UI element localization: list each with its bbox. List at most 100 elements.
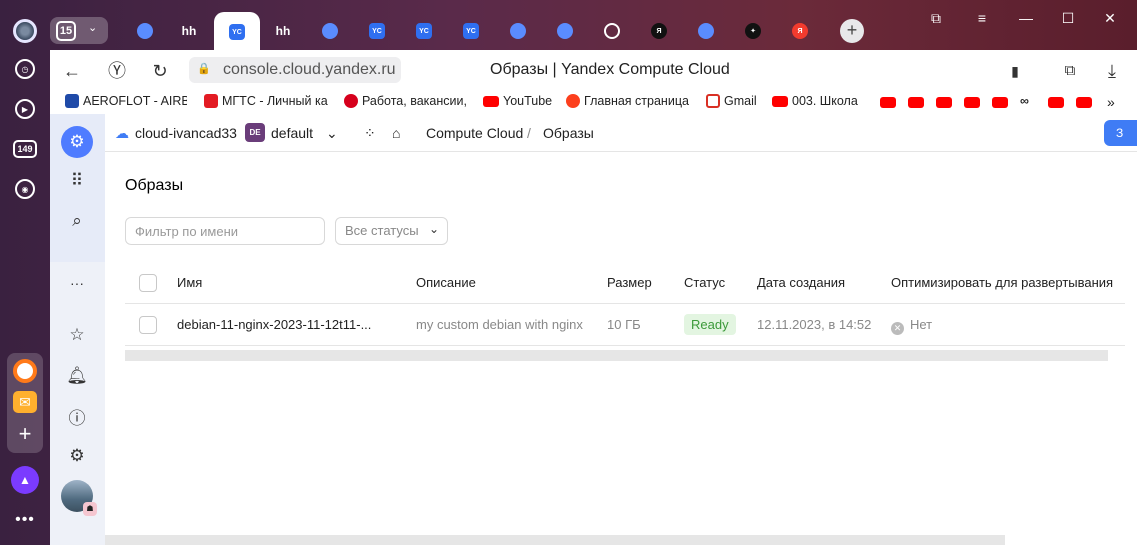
image-name[interactable]: debian-11-nginx-2023-11-12t11-... — [177, 317, 371, 332]
services-grid-icon[interactable]: ⠿ — [62, 166, 92, 196]
column-header-size[interactable]: Размер — [607, 275, 652, 290]
address-bar[interactable]: 🔒 console.cloud.yandex.ru — [189, 57, 401, 83]
blue-compass-icon — [698, 23, 714, 39]
bookmark-icon[interactable]: ▮ — [1003, 59, 1027, 83]
column-header-optimize[interactable]: Оптимизировать для развертывания — [891, 275, 1113, 290]
settings-gear-icon[interactable]: ⚙ — [62, 441, 92, 471]
tab-7[interactable]: YC — [401, 12, 447, 50]
channel-149-icon[interactable]: 149 — [10, 134, 40, 164]
column-header-name[interactable]: Имя — [177, 275, 202, 290]
youtube-icon[interactable] — [1048, 97, 1064, 108]
history-icon[interactable]: ◷ — [10, 54, 40, 84]
tab-15[interactable]: Я — [777, 12, 823, 50]
bookmark-yandex[interactable]: Главная страница — [566, 94, 689, 108]
mail-app-icon[interactable]: ✉ — [13, 391, 37, 413]
bookmarks-panel-icon[interactable]: ⧉ — [926, 10, 946, 30]
tab-2[interactable]: hh — [166, 12, 212, 50]
create-image-button[interactable]: З — [1104, 120, 1137, 146]
blue-compass-icon — [137, 23, 153, 39]
cloud-name[interactable]: cloud-ivancad33 — [135, 125, 237, 141]
avatar[interactable]: ☗ — [61, 480, 97, 516]
menu-icon[interactable]: ≡ — [972, 10, 992, 30]
column-header-created[interactable]: Дата создания — [757, 275, 845, 290]
hh-icon — [344, 94, 358, 108]
bookmark-aeroflot[interactable]: AEROFLOT - AIRBUS — [65, 94, 187, 108]
tab-3-active[interactable]: YC — [214, 12, 260, 52]
blue-compass-icon — [557, 23, 573, 39]
tab-5[interactable] — [307, 12, 353, 50]
name-filter-input[interactable]: Фильтр по имени — [125, 217, 325, 245]
home-icon[interactable]: ⌂ — [392, 125, 400, 141]
reload-icon[interactable]: ↻ — [148, 59, 172, 83]
bookmarks-bar: AEROFLOT - AIRBUS МГТС - Личный ка Работ… — [50, 90, 1137, 114]
tab-4[interactable]: hh — [260, 12, 306, 50]
youtube-icon[interactable] — [936, 97, 952, 108]
bookmark-mgts[interactable]: МГТС - Личный ка — [204, 94, 328, 108]
rail-more-icon[interactable]: ••• — [10, 505, 40, 535]
maximize-button[interactable]: ☐ — [1058, 10, 1078, 30]
tab-9[interactable] — [495, 12, 541, 50]
page-scrollbar[interactable] — [105, 535, 1005, 545]
favorites-star-icon[interactable]: ☆ — [62, 320, 92, 350]
close-window-button[interactable]: ✕ — [1100, 10, 1120, 30]
cloud-logo-icon[interactable]: ⚙ — [61, 126, 93, 158]
video-icon[interactable]: ▶ — [10, 94, 40, 124]
tab-11[interactable] — [589, 12, 635, 50]
tab-6[interactable]: YC — [354, 12, 400, 50]
column-header-status[interactable]: Статус — [684, 275, 725, 290]
screenshot-icon[interactable]: ◉ — [10, 174, 40, 204]
collections-icon[interactable]: ⧉ — [1058, 59, 1082, 83]
music-app-icon[interactable] — [13, 359, 37, 383]
browser-profile-icon[interactable] — [10, 16, 40, 46]
tab-14[interactable]: ✦ — [730, 12, 776, 50]
sidebar-apps-panel: ✉ + — [7, 353, 43, 453]
column-header-description[interactable]: Описание — [416, 275, 476, 290]
folder-badge: DE — [245, 123, 265, 142]
breadcrumb-separator: / — [527, 125, 531, 141]
tab-10[interactable] — [542, 12, 588, 50]
notifications-bell-icon[interactable]: 🔔︎ — [62, 361, 92, 391]
add-app-icon[interactable]: + — [13, 423, 37, 447]
breadcrumb-images: Образы — [543, 125, 594, 141]
youtube-icon[interactable] — [992, 97, 1008, 108]
image-created: 12.11.2023, в 14:52 — [757, 317, 872, 332]
tab-12[interactable]: Я — [636, 12, 682, 50]
breadcrumb-compute-cloud[interactable]: Compute Cloud — [426, 125, 523, 141]
new-tab-button[interactable]: + — [840, 19, 864, 43]
browser-toolbar: ← Ⓨ ↻ 🔒 console.cloud.yandex.ru Образы |… — [50, 50, 1137, 114]
star-icon: ✦ — [745, 23, 761, 39]
minimize-button[interactable]: — — [1016, 10, 1036, 30]
youtube-icon[interactable] — [880, 97, 896, 108]
help-icon[interactable]: ⓘ — [62, 401, 92, 431]
bookmark-gmail[interactable]: Gmail — [706, 94, 757, 108]
tab-counter-button[interactable]: 15 ⌄ — [50, 17, 108, 44]
alice-assistant-icon[interactable]: ▲ — [10, 465, 40, 495]
youtube-icon[interactable] — [1076, 97, 1092, 108]
bookmark-hh[interactable]: Работа, вакансии, — [344, 94, 467, 108]
service-map-icon[interactable]: ⁘ — [364, 125, 376, 142]
row-checkbox[interactable] — [139, 316, 157, 334]
bookmark-youtube[interactable]: YouTube — [483, 94, 552, 108]
images-page: Образы Фильтр по имени Все статусы ⌄ Имя… — [125, 152, 1137, 545]
search-icon[interactable]: ⌕ — [62, 206, 92, 236]
table-scrollbar[interactable] — [125, 350, 1108, 361]
chevron-down-icon: ⌄ — [88, 22, 98, 34]
more-icon[interactable]: ··· — [62, 268, 92, 298]
folder-name[interactable]: default — [271, 125, 313, 141]
youtube-icon[interactable] — [964, 97, 980, 108]
bookmark-school[interactable]: 003. Школа — [772, 94, 858, 108]
select-all-checkbox[interactable] — [139, 274, 157, 292]
tab-8[interactable]: YC — [448, 12, 494, 50]
youtube-icon[interactable] — [908, 97, 924, 108]
status-select[interactable]: Все статусы ⌄ — [335, 217, 448, 245]
infinity-icon[interactable]: ∞ — [1020, 94, 1029, 108]
table-row[interactable]: debian-11-nginx-2023-11-12t11-... my cus… — [125, 304, 1125, 346]
download-icon[interactable]: ⤓ — [1100, 59, 1124, 83]
tab-13[interactable] — [683, 12, 729, 50]
back-arrow-icon[interactable]: ← — [60, 59, 84, 83]
yandex-home-icon[interactable]: Ⓨ — [105, 59, 129, 83]
more-bookmarks-button[interactable]: » — [1107, 94, 1115, 110]
tab-1[interactable] — [122, 12, 168, 50]
chevron-down-icon[interactable]: ⌄ — [326, 125, 338, 142]
blue-compass-icon — [510, 23, 526, 39]
